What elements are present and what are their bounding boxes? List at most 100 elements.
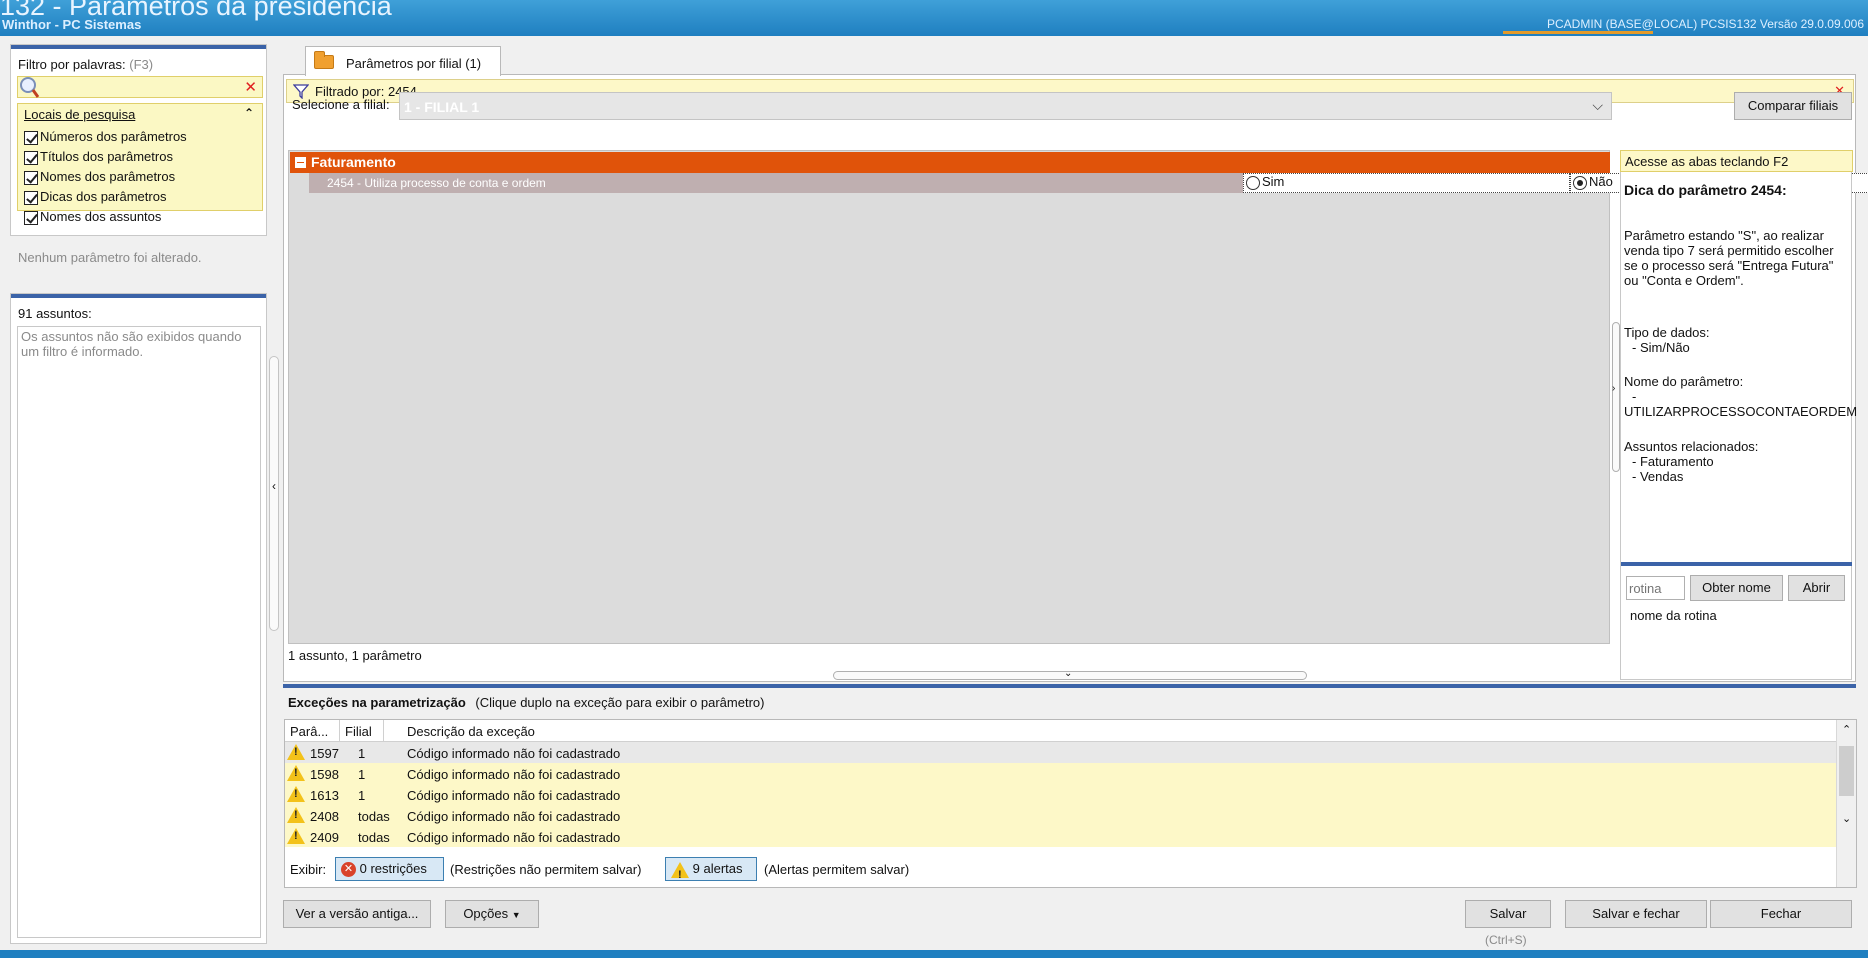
restrictions-label: 0 restrições: [359, 861, 427, 876]
old-version-button[interactable]: Ver a versão antiga...: [283, 900, 431, 928]
filter-label-wrap: Filtro por palavras: (F3): [18, 57, 153, 72]
save-and-close-button[interactable]: Salvar e fechar: [1565, 900, 1707, 928]
options-button[interactable]: Opções ▼: [445, 900, 539, 928]
checkbox-icon[interactable]: [24, 170, 38, 185]
left-splitter[interactable]: ‹: [269, 356, 279, 631]
exception-row[interactable]: 1613 1 Código informado não foi cadastra…: [285, 784, 1838, 805]
caret-down-icon: ▼: [511, 910, 521, 920]
title-bar: 132 - Parâmetros da presidência Winthor …: [0, 0, 1868, 36]
checkbox-icon[interactable]: [24, 130, 38, 145]
exception-row[interactable]: 2409 todas Código informado não foi cada…: [285, 826, 1838, 847]
location-option[interactable]: Nomes dos assuntos: [24, 209, 161, 229]
exception-branch: 1: [358, 767, 366, 782]
chevron-down-icon: ⌄: [1064, 668, 1073, 679]
column-divider: [339, 720, 340, 741]
open-button[interactable]: Abrir: [1788, 575, 1845, 601]
column-header[interactable]: Parâ...: [290, 724, 328, 739]
filter-panel: Filtro por palavras: (F3) ✕ Locais de pe…: [10, 44, 267, 236]
column-header[interactable]: Descrição da exceção: [407, 724, 535, 739]
data-type-label: Tipo de dados:: [1624, 325, 1710, 340]
options-label: Opções: [463, 906, 509, 921]
branch-select[interactable]: 1 - FILIAL 1 ⌵: [399, 92, 1612, 120]
related-item: - Faturamento: [1632, 454, 1714, 469]
routine-name: nome da rotina: [1630, 608, 1717, 623]
restrictions-note: (Restrições não permitem salvar): [450, 862, 642, 877]
app-body: Filtro por palavras: (F3) ✕ Locais de pe…: [0, 36, 1868, 958]
option-sim[interactable]: Sim: [1243, 173, 1570, 193]
warning-icon: [287, 765, 305, 781]
warning-icon: [287, 828, 305, 844]
no-change-text: Nenhum parâmetro foi alterado.: [18, 250, 202, 265]
locations-title: Locais de pesquisa: [24, 107, 136, 122]
routine-input[interactable]: [1626, 576, 1685, 600]
tip-description-line: se o processo será "Entrega Futura": [1624, 258, 1834, 273]
chevron-down-icon: ⌵: [1592, 97, 1603, 113]
exception-row[interactable]: 1598 1 Código informado não foi cadastra…: [285, 763, 1838, 784]
option-nao-label: Não: [1589, 174, 1613, 189]
location-option[interactable]: Nomes dos parâmetros: [24, 169, 175, 189]
exception-row[interactable]: 1597 1 Código informado não foi cadastra…: [285, 742, 1838, 763]
exceptions-title: Exceções na parametrização: [288, 695, 466, 710]
column-divider: [383, 720, 384, 741]
alerts-toggle[interactable]: 9 alertas: [665, 857, 757, 886]
clear-filter-icon[interactable]: ✕: [244, 78, 257, 96]
bottom-splitter[interactable]: ⌄: [833, 668, 1307, 680]
checkbox-icon[interactable]: [24, 150, 38, 165]
exception-param: 1613: [310, 788, 339, 803]
get-name-button[interactable]: Obter nome: [1690, 575, 1783, 601]
exceptions-hint: (Clique duplo na exceção para exibir o p…: [475, 695, 765, 710]
related-item: - Vendas: [1632, 469, 1684, 484]
tip-splitter[interactable]: ›: [1612, 322, 1620, 472]
exception-desc: Código informado não foi cadastrado: [407, 809, 621, 824]
tab-parametros-por-filial[interactable]: Parâmetros por filial (1): [305, 46, 501, 76]
collapse-icon[interactable]: ⌃: [244, 106, 254, 120]
location-label: Títulos dos parâmetros: [40, 149, 173, 164]
scroll-down-icon[interactable]: ⌄: [1842, 812, 1851, 825]
column-header[interactable]: Filial: [345, 724, 372, 739]
scroll-thumb[interactable]: [1839, 746, 1854, 796]
exceptions-scrollbar[interactable]: ⌃ ⌄: [1836, 720, 1856, 887]
search-icon: [20, 77, 40, 98]
data-type-value: - Sim/Não: [1632, 340, 1690, 355]
exception-row[interactable]: 2408 todas Código informado não foi cada…: [285, 805, 1838, 826]
exception-desc: Código informado não foi cadastrado: [407, 830, 621, 845]
warning-icon: [287, 786, 305, 802]
tip-description-line: Parâmetro estando "S", ao realizar: [1624, 228, 1824, 243]
tip-description-line: ou "Conta e Ordem".: [1624, 273, 1744, 288]
filter-input[interactable]: ✕: [17, 76, 263, 98]
close-button[interactable]: Fechar: [1710, 900, 1852, 928]
param-name-label: Nome do parâmetro:: [1624, 374, 1744, 389]
compare-branches-button[interactable]: Comparar filiais: [1734, 92, 1852, 120]
subjects-label: 91 assuntos:: [18, 306, 92, 321]
parameter-grid: Faturamento 2454 - Utiliza processo de c…: [288, 150, 1868, 644]
location-option[interactable]: Títulos dos parâmetros: [24, 149, 173, 169]
branch-value: 1 - FILIAL 1: [404, 99, 480, 115]
radio-nao[interactable]: [1573, 175, 1587, 190]
parameter-label: 2454 - Utiliza processo de conta e ordem: [327, 176, 546, 190]
checkbox-icon[interactable]: [24, 190, 38, 205]
checkbox-icon[interactable]: [24, 210, 38, 225]
parameter-row[interactable]: 2454 - Utiliza processo de conta e ordem…: [309, 173, 1868, 193]
save-shortcut: (Ctrl+S): [1485, 933, 1527, 947]
tab-label: Parâmetros por filial (1): [346, 56, 482, 71]
exceptions-table-header: Parâ... Filial Descrição da exceção: [285, 720, 1838, 742]
group-row-faturamento[interactable]: Faturamento: [290, 152, 1610, 173]
location-option[interactable]: Números dos parâmetros: [24, 129, 187, 149]
location-option[interactable]: Dicas dos parâmetros: [24, 189, 166, 209]
restrictions-toggle[interactable]: ✕ 0 restrições: [335, 857, 444, 881]
exception-param: 1598: [310, 767, 339, 782]
location-label: Dicas dos parâmetros: [40, 189, 167, 204]
search-locations: Locais de pesquisa ⌃ Números dos parâmet…: [17, 103, 263, 225]
save-button[interactable]: Salvar: [1465, 900, 1551, 928]
panel-accent: [11, 294, 266, 298]
scroll-up-icon[interactable]: ⌃: [1842, 723, 1851, 736]
exceptions-accent: [283, 684, 1856, 688]
subjects-note: Os assuntos não são exibidos quando um f…: [17, 326, 261, 938]
tip-description-line: venda tipo 7 será permitido escolher: [1624, 243, 1834, 258]
show-label: Exibir:: [290, 862, 327, 877]
warning-icon: [671, 861, 689, 886]
radio-sim[interactable]: [1246, 175, 1260, 190]
location-label: Nomes dos parâmetros: [40, 169, 176, 184]
panel-accent: [11, 45, 266, 49]
collapse-group-icon[interactable]: [295, 157, 306, 168]
